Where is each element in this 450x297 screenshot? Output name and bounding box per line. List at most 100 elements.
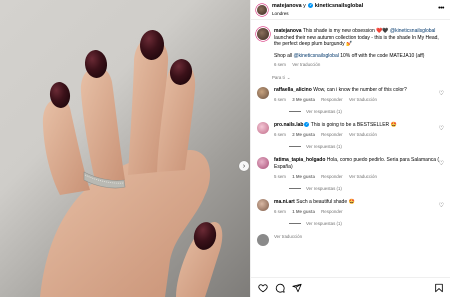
caption-avatar[interactable] [257,28,269,40]
comment-meta: Ver traducción [274,234,442,241]
header-collab-username[interactable]: kineticsnailsglobal [315,3,363,9]
post-caption: matejanova This shade is my new obsessio… [251,21,450,69]
caption-text-4: 10% off with the code MATEJA10 (aff) [340,52,425,59]
view-replies[interactable]: Ver respuestas (1) [289,144,450,149]
view-replies[interactable]: Ver respuestas (1) [289,186,450,191]
comment-likes[interactable]: 1 Me gusta [292,174,315,179]
comment-likes[interactable]: 1 Me gusta [292,209,315,214]
replies-divider [289,188,301,190]
view-replies-label[interactable]: Ver respuestas (1) [306,109,342,114]
comment-reply[interactable]: Responder [321,132,342,137]
comment-username[interactable]: pro.nails.lab [274,122,303,128]
comment-translate[interactable]: Ver traducción [349,97,377,102]
bookmark-icon[interactable] [433,282,444,293]
caption-emoji-2: 💅 [346,41,353,48]
comment-text: This is going to be a BESTSELLER 🤩 [310,122,397,129]
header-users: matejanova y ✓ kineticsnailsglobal [272,3,363,10]
caption-text-3: Shop all [274,52,293,59]
comment-avatar[interactable] [257,122,269,135]
header-location[interactable]: Londres [272,10,363,17]
chevron-right-icon: › [242,162,246,170]
more-horizontal-icon[interactable]: ••• [438,5,444,12]
comment-time: 5 sem [274,173,286,179]
comment-icon[interactable] [274,282,285,293]
comment-reply[interactable]: Responder [321,97,342,102]
heart-icon[interactable]: ♡ [439,90,444,97]
heart-icon[interactable]: ♡ [439,202,444,209]
chevron-down-icon[interactable]: ⌄ [287,75,291,81]
comment-item-partial: Ver traducción [251,234,450,247]
header-username[interactable]: matejanova [272,3,302,9]
comment-item: fatima_tapia_holgado Hola, como puedo pe… [251,157,450,180]
share-icon[interactable] [291,282,302,293]
instagram-post-viewer: › matejanova y ✓ kineticsnailsglobal Lon… [0,0,450,297]
verified-icon: ✓ [308,2,314,8]
caption-body: matejanova This shade is my new obsessio… [274,28,444,69]
comment-username[interactable]: ma.ni.art [274,199,295,205]
comment-text: Such a beautiful shade 🤩 [296,199,355,206]
comments-list[interactable]: matejanova This shade is my new obsessio… [251,21,450,277]
post-side-panel: matejanova y ✓ kineticsnailsglobal Londr… [250,0,450,297]
caption-text-1: This shade is my new obsession [302,28,375,34]
for-you-separator: Para ti ⌄ [272,75,450,81]
view-replies[interactable]: Ver respuestas (1) [289,109,450,114]
comment-time: 6 sem [274,131,286,137]
view-replies-label[interactable]: Ver respuestas (1) [306,186,342,191]
comment-avatar[interactable] [257,157,269,170]
post-photo[interactable]: › [0,0,250,297]
caption-mention-1[interactable]: @kineticsnailsglobal [390,28,435,34]
comment-translate[interactable]: Ver traducción [274,234,302,239]
comment-username[interactable]: raffaella_alicino [274,87,312,93]
comment-item: ma.ni.art Such a beautiful shade 🤩 6 sem… [251,199,450,215]
verified-icon: ✓ [304,122,310,128]
replies-divider [289,146,301,148]
view-replies-label[interactable]: Ver respuestas (1) [306,221,342,226]
comment-likes[interactable]: 3 Me gusta [292,97,315,102]
comment-meta: 6 sem 1 Me gusta Responder [274,209,442,216]
post-actions-bar [251,277,450,297]
comment-time: 6 sem [274,208,286,214]
caption-mention-2[interactable]: @kineticsnailsglobal [293,53,338,59]
comment-text: Wow, can i know the number of this color… [313,86,407,93]
heart-icon[interactable]: ♡ [439,125,444,132]
comment-meta: 6 sem 3 Me gusta Responder Ver traducció… [274,97,442,104]
caption-text-2: launched their new autumn collection tod… [274,34,439,48]
view-replies-label[interactable]: Ver respuestas (1) [306,144,342,149]
author-avatar[interactable] [257,4,267,15]
comment-body: Ver traducción [274,234,442,246]
comment-body: raffaella_alicino Wow, can i know the nu… [274,87,442,103]
caption-username[interactable]: matejanova [274,28,302,34]
next-photo-button[interactable]: › [239,161,249,171]
comment-avatar[interactable] [257,199,269,212]
view-replies[interactable]: Ver respuestas (1) [289,221,450,226]
caption-time: 6 sem [274,62,286,68]
heart-icon[interactable] [257,282,268,293]
heart-icon[interactable]: ♡ [439,160,444,167]
header-joiner: y [303,2,306,9]
for-you-label: Para ti [272,75,285,81]
caption-meta: 6 sem Ver traducción [274,62,444,69]
replies-divider [289,111,301,113]
comment-body: pro.nails.lab ✓ This is going to be a BES… [274,122,442,138]
comment-item: pro.nails.lab ✓ This is going to be a BES… [251,122,450,138]
comment-item: raffaella_alicino Wow, can i know the nu… [251,86,450,103]
comment-body: fatima_tapia_holgado Hola, como puedo pe… [274,157,442,180]
comment-translate[interactable]: Ver traducción [349,174,377,179]
comment-avatar[interactable] [257,234,269,247]
comment-time: 6 sem [274,96,286,102]
post-header: matejanova y ✓ kineticsnailsglobal Londr… [251,0,450,20]
replies-divider [289,223,301,225]
comment-username[interactable]: fatima_tapia_holgado [274,157,325,163]
caption-translate[interactable]: Ver traducción [292,62,320,67]
caption-emoji-1: ❤️🖤 [376,28,389,34]
comment-reply[interactable]: Responder [321,174,342,179]
hand-photo-illustration [40,30,223,297]
comment-translate[interactable]: Ver traducción [349,132,377,137]
comment-likes[interactable]: 2 Me gusta [292,132,315,137]
header-text: matejanova y ✓ kineticsnailsglobal Londr… [272,3,363,17]
comment-meta: 6 sem 2 Me gusta Responder Ver traducció… [274,132,442,139]
comment-reply[interactable]: Responder [321,209,342,214]
comment-body: ma.ni.art Such a beautiful shade 🤩 6 sem… [274,199,442,215]
comment-avatar[interactable] [257,86,269,99]
comment-meta: 5 sem 1 Me gusta Responder Ver traducció… [274,174,442,181]
